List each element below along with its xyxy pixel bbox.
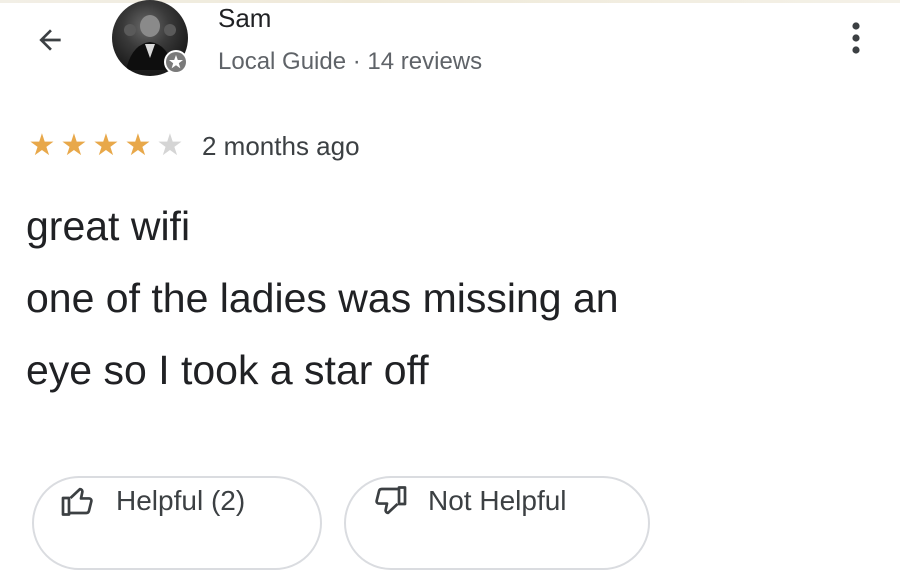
- review-time: 2 months ago: [202, 130, 360, 161]
- star-empty-icon: ★: [156, 129, 184, 162]
- author-meta: Local Guide · 14 reviews: [218, 48, 483, 75]
- helpful-label: Helpful (2): [116, 485, 246, 516]
- local-guide-badge-icon: [164, 50, 188, 74]
- avatar[interactable]: [112, 0, 188, 76]
- star-filled-icon: ★: [92, 129, 120, 162]
- review-line: eye so I took a star off: [26, 347, 429, 393]
- not-helpful-label: Not Helpful: [428, 485, 567, 516]
- review-line: great wifi: [26, 203, 191, 249]
- not-helpful-button[interactable]: Not Helpful: [344, 476, 650, 570]
- rating-row: ★ ★ ★ ★ ★ 2 months ago: [26, 128, 360, 164]
- arrow-left-icon: [34, 24, 66, 61]
- back-button[interactable]: [26, 18, 74, 66]
- helpful-button[interactable]: Helpful (2): [32, 476, 322, 570]
- more-options-button[interactable]: [836, 16, 876, 64]
- review-line: one of the ladies was missing an: [26, 275, 619, 321]
- star-rating: ★ ★ ★ ★ ★: [26, 131, 186, 161]
- thumbs-down-icon: [370, 481, 410, 521]
- star-filled-icon: ★: [60, 129, 88, 162]
- author-name[interactable]: Sam: [218, 2, 271, 34]
- thumbs-up-icon: [58, 481, 98, 521]
- review-text: great wifi one of the ladies was missing…: [26, 190, 886, 406]
- star-filled-icon: ★: [28, 129, 56, 162]
- more-vertical-icon: [850, 18, 862, 63]
- star-filled-icon: ★: [124, 129, 152, 162]
